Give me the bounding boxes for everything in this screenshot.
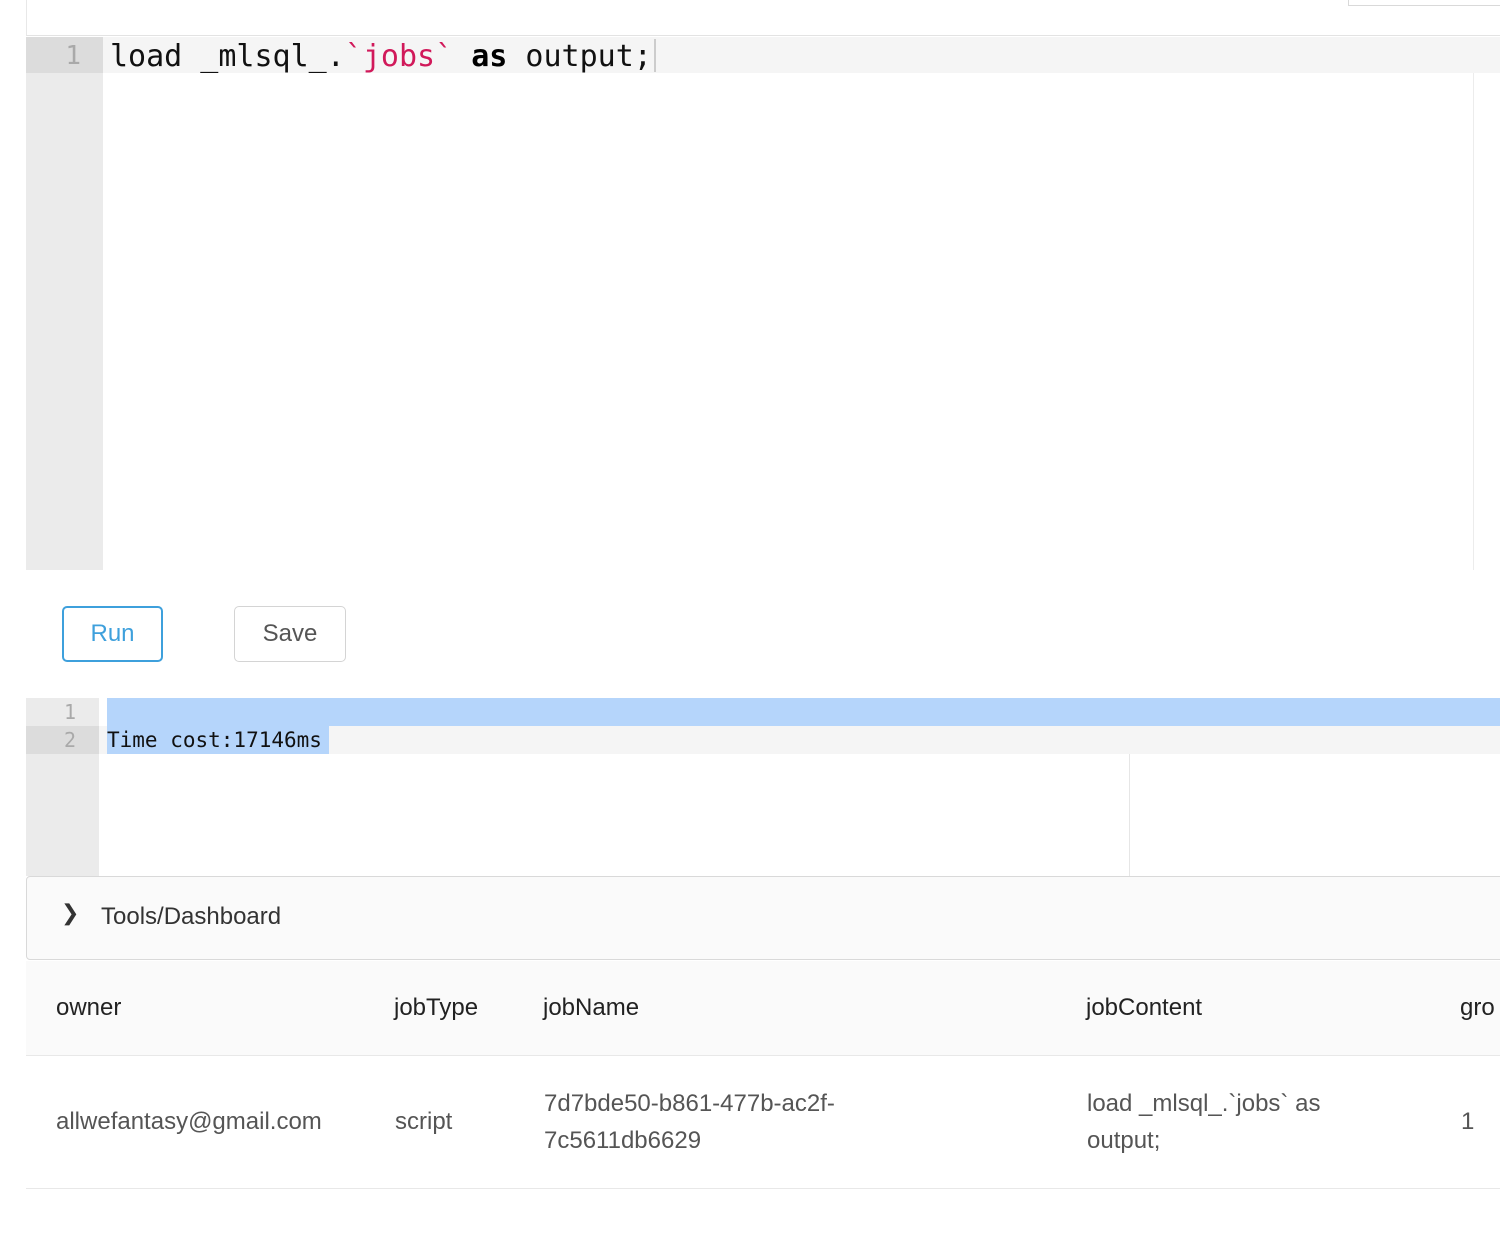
chevron-right-icon[interactable]: ❯ — [61, 901, 79, 926]
cell-group: 1 — [1461, 1108, 1475, 1135]
cell-jobcontent-line: load _mlsql_.`jobs` as — [1087, 1090, 1321, 1117]
editor-gutter — [26, 37, 103, 570]
run-button[interactable]: Run — [62, 606, 163, 662]
sql-editor[interactable]: 1 load _mlsql_.`jobs` as output; — [26, 37, 1500, 570]
cell-jobname-line: 7d7bde50-b861-477b-ac2f- — [544, 1090, 835, 1117]
output-line-number: 2 — [63, 728, 76, 752]
table-row: allwefantasy@gmail.com script 7d7bde50-b… — [26, 1056, 1500, 1189]
toolbar-tab-edge — [1348, 0, 1500, 6]
code-token-keyword: as — [471, 39, 508, 74]
text-selection — [107, 698, 1500, 726]
cell-owner: allwefantasy@gmail.com — [56, 1108, 322, 1135]
code-token-string: `jobs` — [344, 39, 454, 74]
column-header-group[interactable]: gro — [1460, 994, 1495, 1022]
top-toolbar-strip — [26, 0, 1500, 36]
editor-print-margin — [1473, 73, 1474, 570]
cell-jobname-line: 7c5611db6629 — [544, 1127, 702, 1154]
output-print-margin — [1129, 754, 1130, 876]
cell-jobcontent-line: output; — [1087, 1127, 1161, 1154]
cell-jobcontent: load _mlsql_.`jobs` as output; — [1087, 1085, 1320, 1159]
editor-code-line[interactable]: load _mlsql_.`jobs` as output; — [110, 39, 656, 74]
column-header-jobcontent[interactable]: jobContent — [1086, 994, 1202, 1022]
column-header-jobtype[interactable]: jobType — [394, 994, 478, 1022]
tools-dashboard-collapse[interactable]: ❯ Tools/Dashboard — [26, 876, 1500, 960]
collapse-title: Tools/Dashboard — [101, 903, 282, 930]
cell-jobtype: script — [395, 1108, 453, 1135]
output-text: Time cost:17146ms — [107, 728, 322, 752]
column-header-jobname[interactable]: jobName — [543, 994, 639, 1022]
column-header-owner[interactable]: owner — [56, 994, 121, 1022]
code-token-text-end: output; — [507, 39, 652, 74]
editor-line-number: 1 — [65, 41, 81, 71]
text-cursor — [653, 39, 656, 72]
code-token-text: load _mlsql_. — [110, 39, 345, 74]
table-header: owner jobType jobName jobContent gro — [26, 961, 1500, 1056]
save-button[interactable]: Save — [234, 606, 346, 662]
jobs-table: owner jobType jobName jobContent gro all… — [26, 961, 1500, 1189]
cell-jobname: 7d7bde50-b861-477b-ac2f- 7c5611db6629 — [544, 1085, 835, 1159]
output-console[interactable]: 1 2 Time cost:17146ms — [26, 698, 1500, 876]
output-line-number: 1 — [63, 700, 76, 724]
